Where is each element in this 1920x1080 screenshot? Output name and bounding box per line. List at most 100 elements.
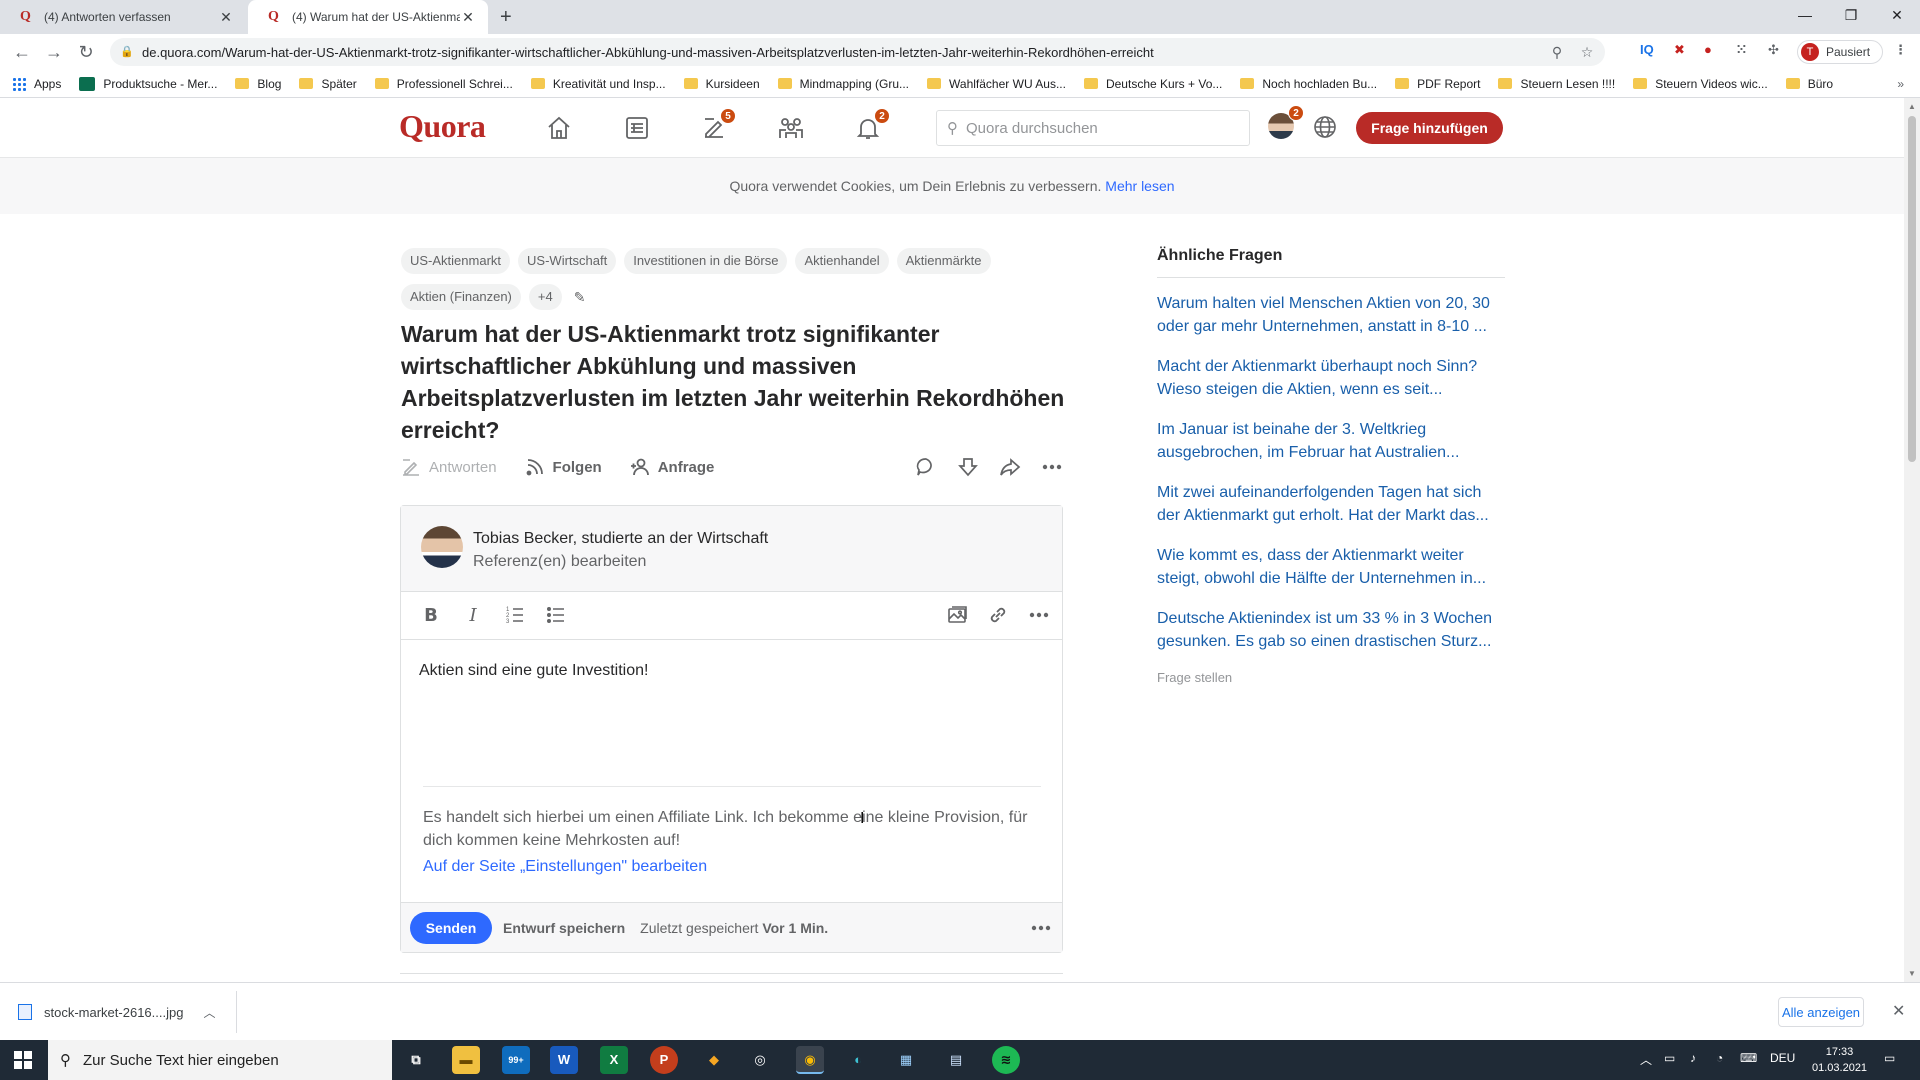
browser-tab[interactable]: Q (4) Antworten verfassen ✕ bbox=[0, 0, 246, 34]
more-topics-tag[interactable]: +4 bbox=[528, 284, 562, 310]
more-options-icon[interactable] bbox=[1041, 456, 1063, 478]
bookmark-item[interactable]: Steuern Videos wic... bbox=[1633, 77, 1768, 91]
windows-start-icon[interactable] bbox=[14, 1051, 32, 1069]
restore-icon[interactable]: ❐ bbox=[1828, 0, 1874, 30]
app-icon[interactable]: ◆ bbox=[700, 1046, 728, 1074]
close-download-shelf-icon[interactable]: ✕ bbox=[1892, 1001, 1905, 1021]
topic-tag[interactable]: Aktienhandel bbox=[795, 248, 889, 274]
back-icon[interactable]: ← bbox=[10, 40, 34, 64]
bookmark-star-icon[interactable]: ☆ bbox=[1575, 44, 1599, 61]
system-clock[interactable]: 17:33 01.03.2021 bbox=[1812, 1044, 1867, 1076]
zoom-icon[interactable]: ⚲ bbox=[1545, 44, 1569, 61]
spotify-icon[interactable]: ≋ bbox=[992, 1046, 1020, 1074]
bookmarks-overflow-icon[interactable]: » bbox=[1897, 77, 1904, 91]
answer-icon[interactable]: 5 bbox=[700, 108, 736, 142]
show-all-downloads-button[interactable]: Alle anzeigen bbox=[1778, 997, 1864, 1027]
excel-icon[interactable]: X bbox=[600, 1046, 628, 1074]
forward-icon[interactable]: → bbox=[42, 40, 66, 64]
related-question-link[interactable]: Mit zwei aufeinanderfolgenden Tagen hat … bbox=[1157, 481, 1505, 527]
bookmark-item[interactable]: Kreativität und Insp... bbox=[530, 77, 666, 91]
related-question-link[interactable]: Warum halten viel Menschen Aktien von 20… bbox=[1157, 292, 1505, 338]
comment-icon[interactable] bbox=[915, 456, 937, 478]
extension-grid-icon[interactable]: ⁙ bbox=[1736, 42, 1747, 58]
bookmark-item[interactable]: Büro bbox=[1785, 77, 1833, 91]
reload-icon[interactable]: ↻ bbox=[74, 40, 98, 64]
quora-search-input[interactable] bbox=[966, 119, 1226, 137]
related-question-link[interactable]: Deutsche Aktienindex ist um 33 % in 3 Wo… bbox=[1157, 607, 1505, 653]
user-avatar[interactable]: 2 bbox=[1268, 105, 1304, 139]
settings-link[interactable]: Auf der Seite „Einstellungen" bearbeiten bbox=[423, 858, 707, 876]
spaces-icon[interactable] bbox=[777, 114, 805, 142]
bullet-list-icon[interactable] bbox=[544, 604, 568, 628]
profile-button[interactable]: T Pausiert bbox=[1797, 40, 1883, 64]
word-icon[interactable]: W bbox=[550, 1046, 578, 1074]
link-icon[interactable] bbox=[986, 604, 1010, 628]
extensions-puzzle-icon[interactable]: ✣ bbox=[1768, 42, 1779, 58]
bookmark-item[interactable]: Noch hochladen Bu... bbox=[1240, 77, 1377, 91]
request-button[interactable]: Anfrage bbox=[630, 457, 714, 477]
answer-text[interactable]: Aktien sind eine gute Investition! bbox=[419, 662, 648, 680]
scroll-thumb[interactable] bbox=[1908, 116, 1916, 462]
send-button[interactable]: Senden bbox=[410, 911, 492, 944]
bookmark-item[interactable]: Professionell Schrei... bbox=[374, 77, 513, 91]
bookmark-item[interactable]: Apps bbox=[12, 76, 61, 91]
edit-credentials-link[interactable]: Referenz(en) bearbeiten bbox=[473, 553, 646, 571]
calculator-icon[interactable]: ▦ bbox=[892, 1046, 920, 1074]
related-question-link[interactable]: Wie kommt es, dass der Aktienmarkt weite… bbox=[1157, 544, 1505, 590]
minimize-icon[interactable]: — bbox=[1782, 0, 1828, 30]
browser-tab-active[interactable]: Q (4) Warum hat der US-Aktienmar ✕ bbox=[248, 0, 488, 34]
keyboard-icon[interactable]: ⌨ bbox=[1740, 1051, 1757, 1065]
following-feed-icon[interactable] bbox=[623, 114, 651, 142]
volume-icon[interactable]: ♪ bbox=[1690, 1051, 1696, 1065]
powerpoint-icon[interactable]: P bbox=[650, 1046, 678, 1074]
extension-iq-icon[interactable]: IQ bbox=[1640, 42, 1654, 57]
bold-icon[interactable]: B bbox=[419, 604, 443, 628]
related-question-link[interactable]: Macht der Aktienmarkt überhaupt noch Sin… bbox=[1157, 355, 1505, 401]
related-question-link[interactable]: Im Januar ist beinahe der 3. Weltkrieg a… bbox=[1157, 418, 1505, 464]
tab-close-icon[interactable]: ✕ bbox=[218, 9, 234, 26]
file-explorer-icon[interactable]: ▬ bbox=[452, 1046, 480, 1074]
topic-tag[interactable]: US-Wirtschaft bbox=[518, 248, 617, 274]
notifications-bell-icon[interactable]: 2 bbox=[854, 108, 890, 142]
input-language[interactable]: DEU bbox=[1770, 1051, 1795, 1065]
home-icon[interactable] bbox=[545, 114, 573, 142]
topic-tag[interactable]: Aktien (Finanzen) bbox=[401, 284, 521, 310]
bookmark-item[interactable]: Steuern Lesen !!!! bbox=[1498, 77, 1615, 91]
tray-chevron-icon[interactable]: ︿ bbox=[1640, 1051, 1652, 1068]
quora-logo[interactable]: Quora bbox=[399, 108, 486, 145]
chrome-icon[interactable]: ◉ bbox=[796, 1046, 824, 1074]
author-name[interactable]: Tobias Becker, studierte an der Wirtscha… bbox=[473, 530, 768, 548]
network-icon[interactable]: ◔ bbox=[1716, 1051, 1723, 1065]
mail-icon[interactable]: 99+ bbox=[502, 1046, 530, 1074]
new-tab-icon[interactable]: + bbox=[500, 6, 512, 29]
image-icon[interactable] bbox=[945, 604, 969, 628]
topic-tag[interactable]: Aktienmärkte bbox=[896, 248, 991, 274]
obs-icon[interactable]: ◎ bbox=[746, 1046, 774, 1074]
ask-question-link[interactable]: Frage stellen bbox=[1157, 670, 1505, 685]
edit-topics-pencil-icon[interactable]: ✎ bbox=[570, 284, 586, 310]
follow-button[interactable]: Folgen bbox=[525, 457, 602, 477]
cookie-more-link[interactable]: Mehr lesen bbox=[1105, 178, 1174, 194]
bookmark-item[interactable]: Später bbox=[299, 77, 357, 91]
answer-button[interactable]: Antworten bbox=[401, 457, 497, 477]
editor-more-icon[interactable] bbox=[1030, 917, 1052, 939]
scroll-down-icon[interactable]: ▼ bbox=[1904, 969, 1920, 978]
tab-close-icon[interactable]: ✕ bbox=[460, 9, 476, 26]
bookmark-item[interactable]: Kursideen bbox=[683, 77, 760, 91]
topic-tag[interactable]: Investitionen in die Börse bbox=[624, 248, 788, 274]
bookmark-item[interactable]: PDF Report bbox=[1395, 77, 1480, 91]
bookmark-item[interactable]: Deutsche Kurs + Vo... bbox=[1083, 77, 1222, 91]
scroll-up-icon[interactable]: ▲ bbox=[1904, 102, 1920, 111]
window-close-icon[interactable]: ✕ bbox=[1874, 0, 1920, 30]
downvote-icon[interactable] bbox=[957, 456, 979, 478]
page-scrollbar[interactable]: ▲ ▼ bbox=[1904, 98, 1920, 982]
italic-icon[interactable]: I bbox=[461, 604, 485, 628]
browser-menu-icon[interactable]: ⋮ bbox=[1894, 42, 1907, 58]
bookmark-item[interactable]: Mindmapping (Gru... bbox=[777, 77, 909, 91]
bookmark-item[interactable]: Wahlfächer WU Aus... bbox=[927, 77, 1066, 91]
extension-icon[interactable]: ✖ bbox=[1674, 42, 1685, 58]
edge-icon[interactable]: ◐ bbox=[844, 1046, 872, 1074]
bookmark-item[interactable]: Produktsuche - Mer... bbox=[79, 76, 217, 91]
taskbar-search[interactable]: ⚲ Zur Suche Text hier eingeben bbox=[48, 1040, 392, 1080]
language-globe-icon[interactable] bbox=[1312, 114, 1338, 140]
